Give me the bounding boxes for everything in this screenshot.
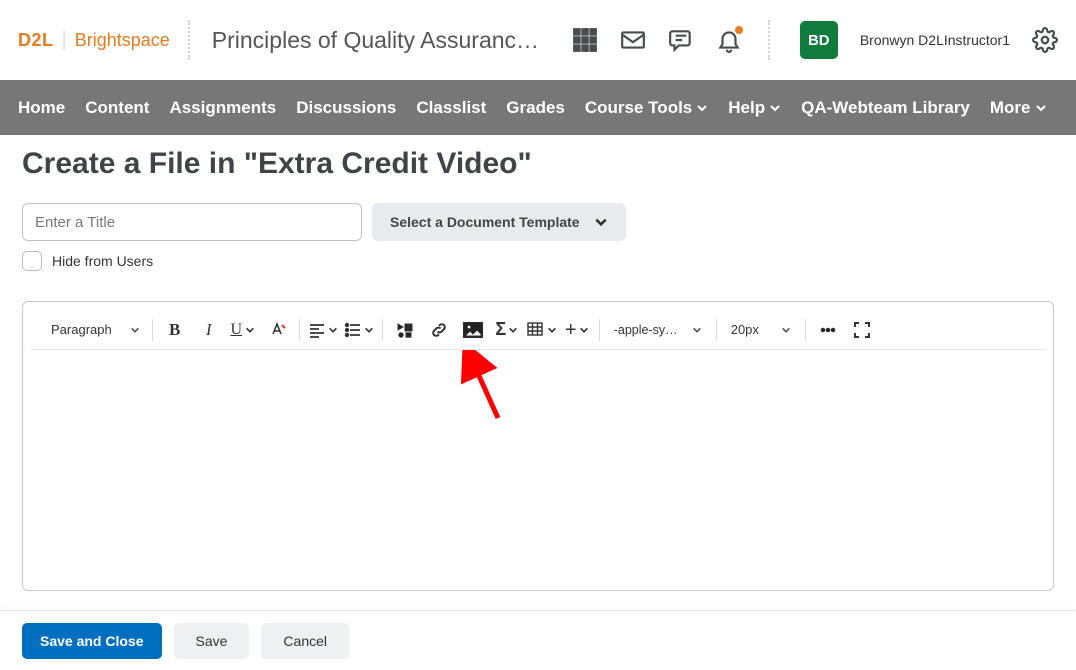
vertical-separator	[188, 20, 194, 60]
insert-more-button[interactable]: +	[563, 316, 591, 344]
hide-from-users-label: Hide from Users	[52, 253, 153, 269]
chevron-down-icon	[692, 325, 702, 335]
nav-assignments[interactable]: Assignments	[169, 98, 276, 118]
annotation-arrow-icon	[460, 350, 510, 430]
chevron-down-icon	[781, 325, 791, 335]
brand-logo[interactable]: D2L | Brightspace	[18, 29, 170, 52]
course-title[interactable]: Principles of Quality Assuranc…	[212, 27, 539, 54]
nav-course-tools[interactable]: Course Tools	[585, 98, 708, 118]
save-button[interactable]: Save	[174, 623, 250, 659]
apps-grid-icon[interactable]	[572, 27, 598, 53]
chevron-down-icon	[508, 325, 518, 335]
underline-button[interactable]: U	[229, 316, 257, 344]
chevron-down-icon	[364, 325, 374, 335]
file-title-input[interactable]	[22, 203, 362, 241]
nav-help[interactable]: Help	[728, 98, 781, 118]
nav-classlist[interactable]: Classlist	[416, 98, 486, 118]
align-button[interactable]	[308, 316, 338, 344]
nav-home[interactable]: Home	[18, 98, 65, 118]
chevron-down-icon	[769, 102, 781, 114]
chevron-down-icon	[579, 325, 589, 335]
insert-stuff-button[interactable]	[391, 316, 419, 344]
chevron-down-icon	[547, 325, 557, 335]
insert-image-button[interactable]	[459, 316, 487, 344]
fullscreen-button[interactable]	[848, 316, 876, 344]
nav-grades[interactable]: Grades	[506, 98, 565, 118]
nav-discussions[interactable]: Discussions	[296, 98, 396, 118]
chevron-down-icon	[594, 215, 608, 229]
brand-d2l: D2L	[18, 30, 54, 51]
select-template-button[interactable]: Select a Document Template	[372, 203, 626, 241]
rich-text-editor: Paragraph B I U	[22, 301, 1054, 591]
page-title: Create a File in "Extra Credit Video"	[22, 147, 1054, 181]
list-button[interactable]	[344, 316, 374, 344]
nav-content[interactable]: Content	[85, 98, 149, 118]
nav-more[interactable]: More	[990, 98, 1047, 118]
insert-table-button[interactable]	[527, 316, 557, 344]
subscriptions-icon[interactable]	[668, 27, 694, 53]
brand-separator: |	[62, 29, 67, 52]
bold-button[interactable]: B	[161, 316, 189, 344]
avatar[interactable]: BD	[800, 21, 838, 59]
nav-qa-webteam-library[interactable]: QA-Webteam Library	[801, 98, 970, 118]
chevron-down-icon	[245, 325, 255, 335]
hide-from-users-checkbox[interactable]	[22, 251, 42, 271]
chevron-down-icon	[696, 102, 708, 114]
equation-button[interactable]: Σ	[493, 316, 521, 344]
select-template-label: Select a Document Template	[390, 214, 580, 230]
brand-brightspace: Brightspace	[75, 30, 170, 51]
editor-toolbar: Paragraph B I U	[31, 310, 1045, 350]
cancel-button[interactable]: Cancel	[261, 623, 349, 659]
chevron-down-icon	[328, 325, 338, 335]
notification-badge	[734, 25, 744, 35]
vertical-separator	[768, 20, 774, 60]
messages-icon[interactable]	[620, 27, 646, 53]
settings-gear-icon[interactable]	[1032, 27, 1058, 53]
course-navbar: Home Content Assignments Discussions Cla…	[0, 80, 1076, 135]
font-family-select[interactable]: -apple-syste…	[608, 323, 708, 337]
font-size-select[interactable]: 20px	[725, 322, 797, 337]
insert-link-button[interactable]	[425, 316, 453, 344]
page-body: Create a File in "Extra Credit Video" Se…	[0, 135, 1076, 591]
chevron-down-icon	[1035, 102, 1047, 114]
text-color-button[interactable]	[263, 316, 291, 344]
chevron-down-icon	[130, 325, 140, 335]
editor-content-area[interactable]	[23, 350, 1053, 555]
username-label[interactable]: Bronwyn D2LInstructor1	[860, 32, 1010, 48]
paragraph-style-select[interactable]: Paragraph	[47, 322, 144, 337]
notifications-icon[interactable]	[716, 27, 742, 53]
action-footer: Save and Close Save Cancel	[0, 610, 1076, 670]
italic-button[interactable]: I	[195, 316, 223, 344]
top-bar: D2L | Brightspace Principles of Quality …	[0, 0, 1076, 80]
more-actions-button[interactable]	[814, 316, 842, 344]
save-and-close-button[interactable]: Save and Close	[22, 623, 162, 659]
